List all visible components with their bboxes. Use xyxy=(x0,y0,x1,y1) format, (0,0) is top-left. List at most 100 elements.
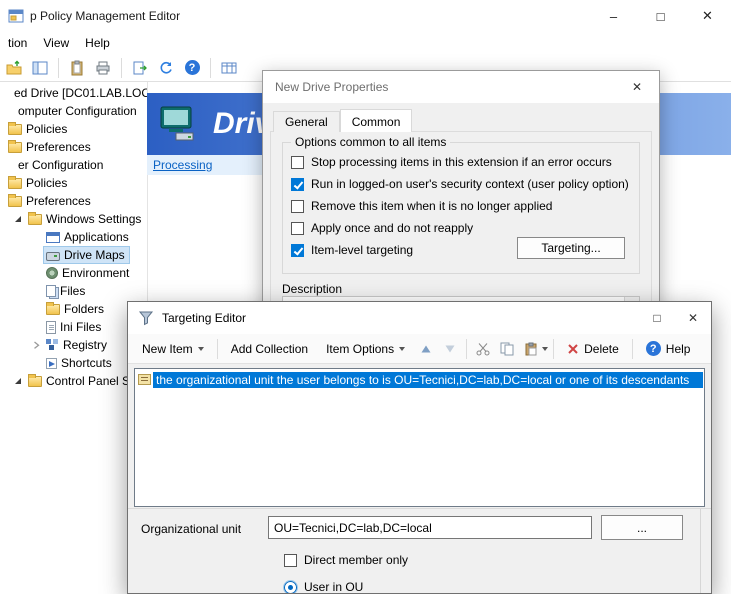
processing-link[interactable]: Processing xyxy=(153,158,212,172)
tree-item-preferences-user[interactable]: Preferences xyxy=(0,192,147,210)
tree-item-label: Preferences xyxy=(26,140,91,154)
direct-member-only-label: Direct member only xyxy=(304,553,408,567)
tree-item-applications[interactable]: Applications xyxy=(0,228,147,246)
help-button[interactable]: ? Help xyxy=(638,337,699,361)
chevron-down-icon[interactable] xyxy=(542,347,548,351)
console-tree-icon[interactable] xyxy=(29,57,51,79)
tree-item-preferences[interactable]: Preferences xyxy=(0,138,147,156)
tree-item-registry[interactable]: Registry xyxy=(0,336,147,354)
printer-icon[interactable] xyxy=(92,57,114,79)
option-apply-once[interactable]: Apply once and do not reapply xyxy=(291,221,473,235)
tree-item-computer-configuration[interactable]: omputer Configuration xyxy=(0,102,147,120)
tree-collapsed-arrow-icon[interactable] xyxy=(32,341,40,349)
tree-item-label: ed Drive [DC01.LAB.LOCA xyxy=(14,86,147,100)
close-icon[interactable]: ✕ xyxy=(617,71,657,103)
checkbox-unchecked[interactable] xyxy=(291,200,304,213)
option-stop-processing[interactable]: Stop processing items in this extension … xyxy=(291,155,612,169)
user-in-ou-label: User in OU xyxy=(304,580,363,594)
minimize-button[interactable]: – xyxy=(590,0,637,32)
tree-item-policies-user[interactable]: Policies xyxy=(0,174,147,192)
menu-action[interactable]: tion xyxy=(0,34,35,52)
direct-member-only-option[interactable]: Direct member only xyxy=(284,553,408,567)
files-icon xyxy=(46,285,56,297)
dialog-titlebar: Targeting Editor □ ✕ xyxy=(128,302,711,334)
browse-button[interactable]: ... xyxy=(601,515,683,540)
paste-icon[interactable] xyxy=(520,337,542,361)
copy-icon[interactable] xyxy=(496,337,518,361)
targeting-button[interactable]: Targeting... xyxy=(517,237,625,259)
radio-selected[interactable] xyxy=(284,581,297,594)
checkbox-unchecked[interactable] xyxy=(284,554,297,567)
checkbox-unchecked[interactable] xyxy=(291,222,304,235)
close-icon[interactable]: ✕ xyxy=(675,302,711,334)
tree-item-label: Applications xyxy=(64,230,129,244)
targeting-items-list[interactable]: the organizational unit the user belongs… xyxy=(134,368,705,507)
checkbox-checked[interactable] xyxy=(291,178,304,191)
tree-expanded-arrow-icon[interactable] xyxy=(14,215,22,223)
tree-expanded-arrow-icon[interactable] xyxy=(14,377,22,385)
shortcuts-icon xyxy=(46,358,57,369)
screen: p Policy Management Editor – □ ✕ tion Vi… xyxy=(0,0,731,594)
tree-item-windows-settings[interactable]: Windows Settings xyxy=(0,210,147,228)
menu-help[interactable]: Help xyxy=(77,34,118,52)
delete-button[interactable]: Delete xyxy=(559,337,627,361)
folder-up-icon[interactable] xyxy=(3,57,25,79)
ini-files-icon xyxy=(46,321,56,334)
tree-item-drive-maps[interactable]: Drive Maps xyxy=(0,246,147,264)
processing-column-header[interactable]: Processing xyxy=(147,155,263,175)
tree-item-label: Ini Files xyxy=(60,320,101,334)
tree-item-user-configuration[interactable]: er Configuration xyxy=(0,156,147,174)
menu-view[interactable]: View xyxy=(35,34,77,52)
tree-item-shortcuts[interactable]: Shortcuts xyxy=(0,354,147,372)
maximize-icon[interactable]: □ xyxy=(639,302,675,334)
columns-icon[interactable] xyxy=(218,57,240,79)
tab-common[interactable]: Common xyxy=(340,109,413,132)
tree-item-folders[interactable]: Folders xyxy=(0,300,147,318)
folder-icon xyxy=(8,124,22,135)
option-label: Run in logged-on user's security context… xyxy=(311,177,629,191)
new-item-button[interactable]: New Item xyxy=(134,337,212,361)
maximize-button[interactable]: □ xyxy=(637,0,684,32)
checkbox-unchecked[interactable] xyxy=(291,156,304,169)
tab-panel-common: Options common to all items Stop process… xyxy=(270,131,652,316)
toolbar-separator xyxy=(210,58,211,78)
user-in-ou-option[interactable]: User in OU xyxy=(284,580,363,594)
folder-icon xyxy=(8,196,22,207)
add-collection-button[interactable]: Add Collection xyxy=(223,337,316,361)
folder-icon xyxy=(46,304,60,315)
delete-x-icon xyxy=(567,343,579,355)
option-remove-when-no-longer-applied[interactable]: Remove this item when it is no longer ap… xyxy=(291,199,552,213)
tree: ed Drive [DC01.LAB.LOCA omputer Configur… xyxy=(0,84,147,390)
move-up-icon[interactable] xyxy=(415,337,437,361)
checkbox-checked[interactable] xyxy=(291,244,304,257)
tree-item-root-gpo[interactable]: ed Drive [DC01.LAB.LOCA xyxy=(0,84,147,102)
tree-item-ini-files[interactable]: Ini Files xyxy=(0,318,147,336)
refresh-icon[interactable] xyxy=(155,57,177,79)
tree-item-label: omputer Configuration xyxy=(18,104,137,118)
option-run-in-user-context[interactable]: Run in logged-on user's security context… xyxy=(291,177,629,191)
funnel-icon xyxy=(138,310,154,329)
new-drive-properties-dialog: New Drive Properties ✕ General Common Op… xyxy=(262,70,660,316)
cut-icon[interactable] xyxy=(472,337,494,361)
move-down-icon[interactable] xyxy=(439,337,461,361)
option-item-level-targeting[interactable]: Item-level targeting xyxy=(291,243,413,257)
organizational-unit-input[interactable] xyxy=(268,516,592,539)
item-options-button[interactable]: Item Options xyxy=(318,337,413,361)
tab-general[interactable]: General xyxy=(273,111,340,132)
tree-item-files[interactable]: Files xyxy=(0,282,147,300)
list-item-selected[interactable]: the organizational unit the user belongs… xyxy=(135,371,704,388)
tree-item-control-panel-settings[interactable]: Control Panel Sett xyxy=(0,372,147,390)
export-list-icon[interactable] xyxy=(129,57,151,79)
tree-item-policies[interactable]: Policies xyxy=(0,120,147,138)
organizational-unit-item-icon xyxy=(138,374,151,385)
help-icon[interactable]: ? xyxy=(181,57,203,79)
folder-icon xyxy=(8,178,22,189)
tree-item-label: Windows Settings xyxy=(46,212,141,226)
clipboard-icon[interactable] xyxy=(66,57,88,79)
tree-item-environment[interactable]: Environment xyxy=(0,264,147,282)
close-button[interactable]: ✕ xyxy=(684,0,731,32)
tree-item-label: Policies xyxy=(26,176,67,190)
toolbar-separator xyxy=(553,339,554,359)
toolbar-separator xyxy=(632,339,633,359)
chevron-down-icon xyxy=(198,347,204,351)
